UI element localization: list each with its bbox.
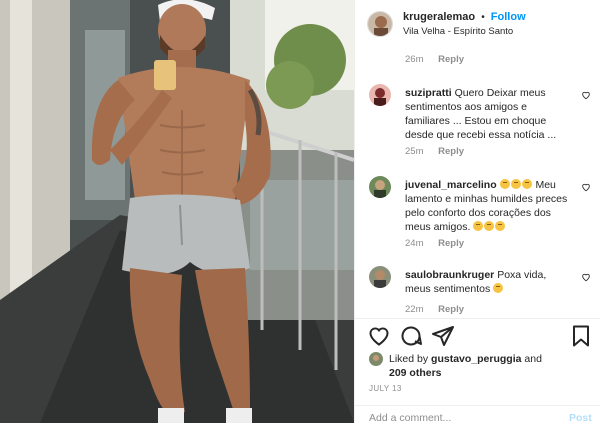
- comment-time: 22m: [405, 304, 424, 315]
- comment-like-icon[interactable]: [581, 272, 591, 282]
- header-separator: •: [481, 11, 485, 23]
- likes-middle: and: [524, 353, 542, 365]
- heart-outline-icon[interactable]: [367, 324, 391, 348]
- comments-list[interactable]: 26m Reply suzipratti Quero Deixar meus s…: [355, 48, 600, 318]
- crying-emoji-icon: [521, 179, 532, 189]
- caption-meta: 26m Reply: [405, 54, 464, 65]
- paper-plane-icon[interactable]: [431, 324, 455, 348]
- comment-body: suzipratti Quero Deixar meus sentimentos…: [405, 86, 573, 142]
- likes-others-link[interactable]: 209 others: [389, 367, 442, 379]
- comment-username[interactable]: suzipratti: [405, 87, 452, 99]
- likes-prefix: Liked by: [389, 353, 429, 365]
- comment-like-icon[interactable]: [581, 90, 591, 100]
- comment-body: juvenal_marcelino Meu lamento e minhas h…: [405, 178, 573, 234]
- comment-reply-button[interactable]: Reply: [438, 238, 464, 249]
- post-sidebar: krugeralemao • Follow Vila Velha - Espír…: [354, 0, 600, 423]
- comment-username[interactable]: saulobraunkruger: [405, 269, 494, 281]
- comment-meta: 24m Reply: [405, 238, 464, 249]
- crying-emoji-icon: [473, 221, 484, 231]
- crying-emoji-icon: [499, 179, 510, 189]
- caption-reply-button[interactable]: Reply: [438, 54, 464, 65]
- liker-avatar-image: [369, 352, 383, 366]
- author-avatar[interactable]: [367, 11, 393, 37]
- liker-username[interactable]: gustavo_peruggia: [431, 353, 521, 365]
- comment-reply-button[interactable]: Reply: [438, 304, 464, 315]
- list-item: juvenal_marcelino Meu lamento e minhas h…: [369, 176, 595, 256]
- actions-divider: [355, 318, 600, 319]
- header-text: krugeralemao • Follow Vila Velha - Espír…: [403, 10, 526, 39]
- commenter-avatar-image: [369, 266, 391, 288]
- mirror-selfie-image: [0, 0, 354, 423]
- post-actions: [355, 324, 600, 350]
- sad-emoji-icon: [493, 283, 504, 293]
- comment-bubble-icon[interactable]: [399, 324, 423, 348]
- comment-username[interactable]: juvenal_marcelino: [405, 179, 497, 191]
- list-item: saulobraunkruger Poxa vida, meus sentime…: [369, 266, 595, 318]
- follow-button[interactable]: Follow: [491, 11, 526, 23]
- post-header: krugeralemao • Follow Vila Velha - Espír…: [355, 0, 600, 48]
- liker-avatar[interactable]: [369, 352, 383, 366]
- caption-time: 26m: [405, 54, 424, 65]
- post-comment-button[interactable]: Post: [569, 412, 592, 423]
- crying-emoji-icon: [495, 221, 506, 231]
- comment-time: 25m: [405, 146, 424, 157]
- comment-time: 24m: [405, 238, 424, 249]
- post-photo[interactable]: [0, 0, 354, 423]
- add-comment-bar: Post: [355, 406, 600, 423]
- comment-body: saulobraunkruger Poxa vida, meus sentime…: [405, 268, 573, 296]
- author-avatar-image: [368, 12, 392, 36]
- crying-emoji-icon: [484, 221, 495, 231]
- post-date[interactable]: JULY 13: [369, 384, 402, 393]
- comment-reply-button[interactable]: Reply: [438, 146, 464, 157]
- comment-meta: 25m Reply: [405, 146, 464, 157]
- likes-text: Liked by gustavo_peruggia and 209 others: [389, 352, 589, 380]
- post-location[interactable]: Vila Velha - Espírito Santo: [403, 25, 526, 39]
- commenter-avatar-image: [369, 84, 391, 106]
- crying-emoji-icon: [510, 179, 521, 189]
- commenter-avatar-image: [369, 176, 391, 198]
- commenter-avatar[interactable]: [369, 84, 391, 106]
- author-username[interactable]: krugeralemao: [403, 11, 475, 23]
- commenter-avatar[interactable]: [369, 266, 391, 288]
- instagram-post: krugeralemao • Follow Vila Velha - Espír…: [0, 0, 600, 423]
- comment-meta: 22m Reply: [405, 304, 464, 315]
- comment-like-icon[interactable]: [581, 182, 591, 192]
- commenter-avatar[interactable]: [369, 176, 391, 198]
- bookmark-icon[interactable]: [569, 324, 593, 348]
- comment-input[interactable]: [369, 412, 549, 423]
- list-item: suzipratti Quero Deixar meus sentimentos…: [369, 84, 595, 164]
